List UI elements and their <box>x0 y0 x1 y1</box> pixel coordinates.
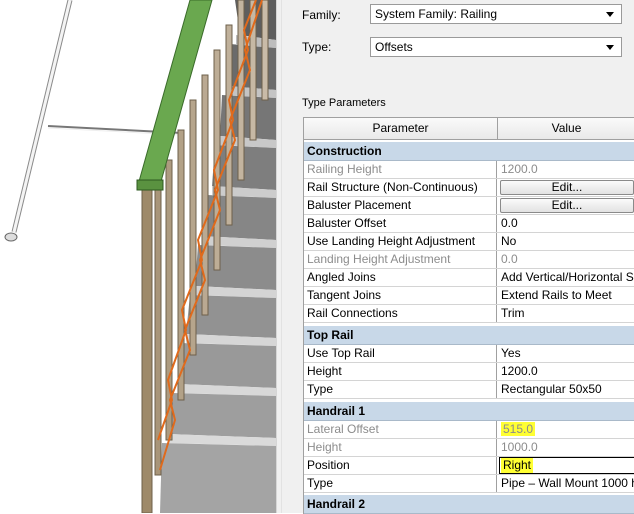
param-name: Baluster Placement <box>304 197 497 214</box>
param-value: Edit... <box>498 197 634 214</box>
type-dropdown-value: Offsets <box>375 40 413 54</box>
param-name: Angled Joins <box>304 269 497 286</box>
param-value-input[interactable]: Add Vertical/Horizontal S <box>498 269 634 286</box>
param-name: Type <box>304 475 497 492</box>
param-row-position: Position Right <box>304 457 634 475</box>
column-header-value[interactable]: Value <box>498 118 634 139</box>
family-label: Family: <box>302 8 341 22</box>
3d-view-canvas[interactable] <box>0 0 276 513</box>
param-row-tangent-joins: Tangent Joins Extend Rails to Meet <box>304 287 634 305</box>
rail-structure-edit-button[interactable]: Edit... <box>500 180 634 195</box>
param-row-baluster-placement: Baluster Placement Edit... <box>304 197 634 215</box>
chevron-down-icon <box>606 12 614 17</box>
param-row-handrail-type: Type Pipe – Wall Mount 1000 h <box>304 475 634 493</box>
param-value-input[interactable]: Rectangular 50x50 <box>498 381 634 398</box>
group-construction[interactable]: Construction <box>304 142 634 161</box>
param-value-input[interactable]: Extend Rails to Meet <box>498 287 634 304</box>
param-row-landing-height: Landing Height Adjustment 0.0 <box>304 251 634 269</box>
param-value-input[interactable]: Yes <box>498 345 634 362</box>
family-dropdown-value: System Family: Railing <box>375 7 498 21</box>
grid-header: Parameter Value <box>304 118 634 140</box>
param-name: Use Landing Height Adjustment <box>304 233 497 250</box>
param-row-lateral-offset: Lateral Offset 515.0 <box>304 421 634 439</box>
baluster-placement-edit-button[interactable]: Edit... <box>500 198 634 213</box>
param-row-rail-connections: Rail Connections Trim <box>304 305 634 323</box>
param-row-top-rail-type: Type Rectangular 50x50 <box>304 381 634 399</box>
param-value-input[interactable]: No <box>498 233 634 250</box>
param-name: Baluster Offset <box>304 215 497 232</box>
param-row-railing-height: Railing Height 1200.0 <box>304 161 634 179</box>
column-header-parameter[interactable]: Parameter <box>304 118 498 139</box>
param-row-baluster-offset: Baluster Offset 0.0 <box>304 215 634 233</box>
param-name: Landing Height Adjustment <box>304 251 497 268</box>
param-row-rail-structure: Rail Structure (Non-Continuous) Edit... <box>304 179 634 197</box>
type-dropdown[interactable]: Offsets <box>370 37 622 57</box>
group-handrail-1[interactable]: Handrail 1 <box>304 402 634 421</box>
param-name: Tangent Joins <box>304 287 497 304</box>
chevron-down-icon <box>606 45 614 50</box>
param-value-input[interactable]: 0.0 <box>498 215 634 232</box>
param-name: Type <box>304 381 497 398</box>
green-top-rail <box>136 0 213 191</box>
param-name: Use Top Rail <box>304 345 497 362</box>
param-value-input[interactable]: 1200.0 <box>498 363 634 380</box>
param-row-use-top-rail: Use Top Rail Yes <box>304 345 634 363</box>
param-name: Railing Height <box>304 161 497 178</box>
type-parameters-heading: Type Parameters <box>302 97 386 109</box>
type-label: Type: <box>302 40 332 54</box>
param-name: Rail Structure (Non-Continuous) <box>304 179 497 196</box>
type-parameters-grid: Parameter Value Construction Railing Hei… <box>303 117 634 514</box>
position-selected-cell[interactable]: Right <box>499 457 634 474</box>
param-value: Right <box>498 457 634 474</box>
param-name: Rail Connections <box>304 305 497 322</box>
group-top-rail[interactable]: Top Rail <box>304 326 634 345</box>
param-row-handrail-height: Height 1000.0 <box>304 439 634 457</box>
param-value: 1000.0 <box>501 440 538 454</box>
param-row-use-landing-height: Use Landing Height Adjustment No <box>304 233 634 251</box>
family-dropdown[interactable]: System Family: Railing <box>370 4 622 24</box>
param-value: 0.0 <box>501 252 518 266</box>
param-row-angled-joins: Angled Joins Add Vertical/Horizontal S <box>304 269 634 287</box>
param-value: 1200.0 <box>501 162 538 176</box>
param-value-input[interactable]: Trim <box>498 305 634 322</box>
param-row-top-rail-height: Height 1200.0 <box>304 363 634 381</box>
param-value-input[interactable]: Pipe – Wall Mount 1000 h <box>498 475 634 492</box>
stair-3d-model <box>4 0 276 513</box>
param-name: Height <box>304 439 497 456</box>
param-name: Height <box>304 363 497 380</box>
param-value: 515.0 <box>498 421 634 438</box>
param-name: Position <box>304 457 497 474</box>
param-value: Edit... <box>498 179 634 196</box>
highlighted-value: 515.0 <box>501 422 536 436</box>
group-handrail-2[interactable]: Handrail 2 <box>304 495 634 514</box>
param-name: Lateral Offset <box>304 421 497 438</box>
highlighted-value: Right <box>501 458 534 473</box>
